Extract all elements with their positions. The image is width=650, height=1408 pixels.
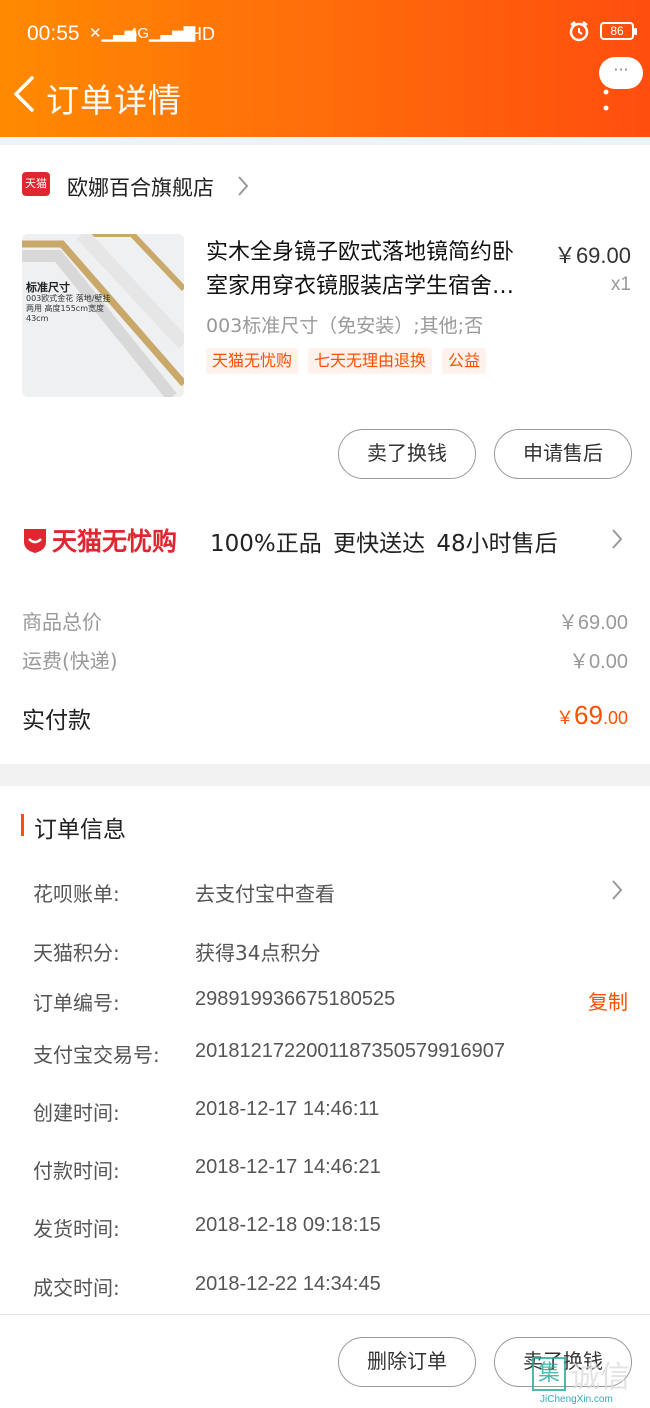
watermark-logo: 集 诚信 — [532, 1352, 630, 1396]
product-title-line2: 室家用穿衣镜服装店学生宿舍… — [206, 274, 515, 299]
tmall-badge-icon: 天猫 — [22, 172, 50, 196]
product-image[interactable]: 标准尺寸 003欧式金花 落地/壁挂两用 高度155cm宽度43cm — [22, 234, 184, 397]
network-icon: 4G▁▃▅▇ — [129, 25, 196, 42]
network-label: 4G — [129, 25, 150, 42]
info-label-shipped: 发货时间: — [33, 1217, 120, 1241]
info-label-points: 天猫积分: — [33, 941, 120, 965]
product-quantity: x1 — [610, 274, 631, 295]
product-tags: 天猫无忧购 七天无理由退换 公益 — [206, 348, 487, 374]
product-title-line1: 实木全身镜子欧式落地镜简约卧 — [206, 240, 515, 265]
info-value-order-no: 298919936675180525 — [195, 988, 396, 1010]
info-label-paid: 付款时间: — [33, 1159, 120, 1183]
info-value-points: 获得34点积分 — [195, 941, 321, 965]
info-value-huabei[interactable]: 去支付宝中查看 — [195, 878, 335, 907]
watermark-box: 集 — [532, 1357, 566, 1391]
section-accent — [21, 814, 24, 836]
worry-free-logo: 天猫无忧购 — [22, 522, 177, 558]
copy-button[interactable]: 复制 — [588, 986, 628, 1015]
product-price: ￥69.00 — [553, 243, 631, 268]
chevron-right-icon[interactable] — [610, 527, 624, 551]
info-label-huabei: 花呗账单: — [33, 882, 120, 906]
info-value-completed: 2018-12-22 14:34:45 — [195, 1273, 381, 1295]
status-right: 86 — [568, 20, 637, 42]
tag-7day-return: 七天无理由退换 — [308, 348, 433, 374]
status-bar: 00:55 ✕▁▃▅ 4G▁▃▅▇ HD 86 — [27, 18, 637, 48]
info-label-created: 创建时间: — [33, 1101, 120, 1125]
worry-free-name: 天猫无忧购 — [52, 527, 178, 556]
tag-worry-free: 天猫无忧购 — [206, 348, 299, 374]
paid-value: ￥69.00 — [556, 700, 628, 731]
total-label: 商品总价 — [22, 610, 102, 634]
chevron-right-icon[interactable] — [610, 878, 624, 902]
sell-button[interactable]: 卖了换钱 — [338, 429, 476, 479]
paid-dec: .00 — [602, 708, 628, 728]
info-label-completed: 成交时间: — [33, 1276, 120, 1300]
shop-name: 欧娜百合旗舰店 — [67, 176, 214, 200]
info-value-created: 2018-12-17 14:46:11 — [195, 1098, 380, 1120]
page-title: 订单详情 — [46, 81, 182, 120]
watermark-url: JiChengXin.com — [540, 1394, 613, 1405]
divider — [0, 137, 650, 145]
back-arrow-icon[interactable] — [10, 74, 40, 114]
shop-link[interactable]: 天猫 欧娜百合旗舰店 — [0, 160, 650, 210]
product-image-desc: 003欧式金花 落地/壁挂两用 高度155cm宽度43cm — [26, 294, 111, 323]
after-sale-button[interactable]: 申请售后 — [494, 429, 632, 479]
divider — [0, 764, 650, 786]
paid-label: 实付款 — [22, 708, 91, 734]
product-title[interactable]: 实木全身镜子欧式落地镜简约卧 室家用穿衣镜服装店学生宿舍… — [206, 236, 536, 304]
info-value-shipped: 2018-12-18 09:18:15 — [195, 1214, 381, 1236]
shipping-value: ￥0.00 — [569, 651, 628, 673]
paid-int: 69 — [574, 700, 603, 730]
delete-order-button[interactable]: 删除订单 — [338, 1337, 476, 1387]
info-value-paid: 2018-12-17 14:46:21 — [195, 1156, 381, 1178]
total-value: ￥69.00 — [557, 612, 628, 634]
header-bar: 00:55 ✕▁▃▅ 4G▁▃▅▇ HD 86 订单详情 ··· — [0, 0, 650, 137]
product-sku: 003标准尺寸（免安装）;其他;否 — [206, 315, 484, 337]
worry-free-desc[interactable]: 100%正品 更快送达 48小时售后 — [210, 524, 558, 558]
order-info-title: 订单信息 — [34, 817, 126, 843]
alarm-icon — [569, 21, 589, 42]
info-value-alipay-no: 2018121722001187350579916907 — [195, 1040, 505, 1062]
tmall-shield-icon — [24, 529, 46, 553]
info-label-alipay-no: 支付宝交易号: — [33, 1043, 160, 1067]
watermark-text: 诚信 — [570, 1360, 630, 1395]
paid-currency: ￥ — [556, 708, 575, 728]
status-time: 00:55 — [27, 22, 80, 45]
message-bubble-button[interactable]: ··· — [599, 57, 643, 89]
more-menu-icon[interactable] — [600, 88, 612, 112]
shipping-label: 运费(快递) — [22, 649, 118, 673]
tag-charity: 公益 — [442, 348, 487, 374]
hd-label: HD — [189, 24, 215, 44]
battery-icon: 86 — [600, 22, 637, 40]
product-image-label: 标准尺寸 — [26, 281, 70, 294]
info-label-order-no: 订单编号: — [33, 991, 120, 1015]
chevron-right-icon — [238, 176, 249, 196]
